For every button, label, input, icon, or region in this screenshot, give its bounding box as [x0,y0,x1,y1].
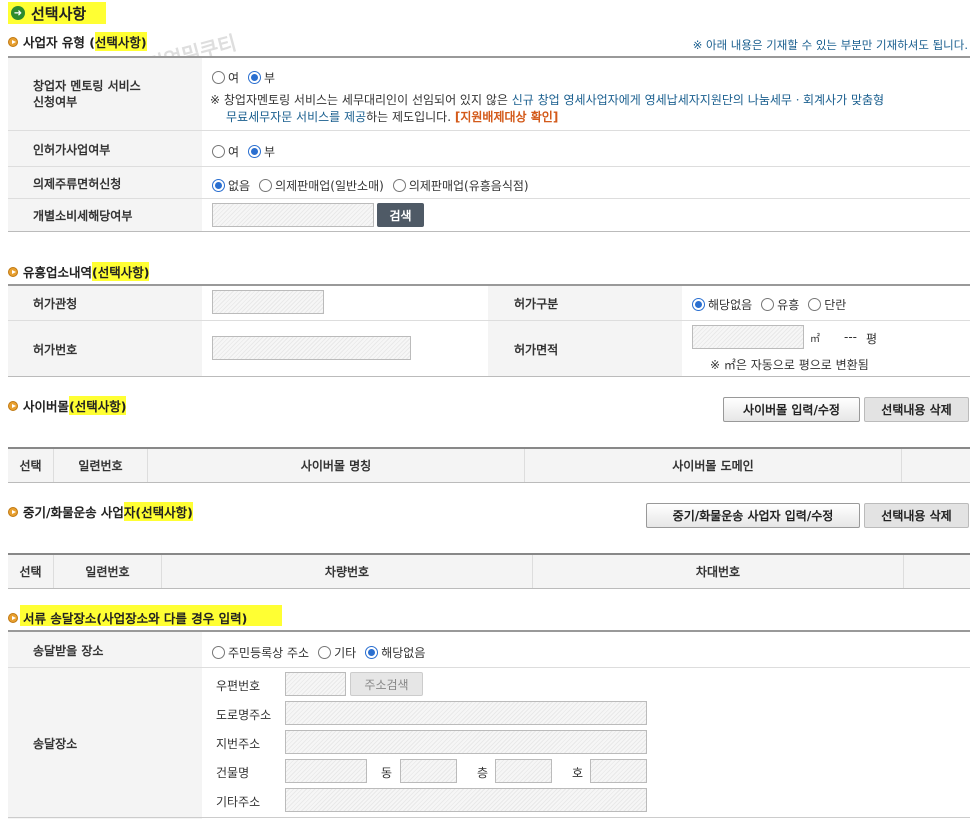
permit-radio-none[interactable]: 해당없음 [692,296,752,313]
excise-label: 개별소비세해당여부 [33,209,133,223]
radio-icon [761,298,775,311]
delivery-radio-none[interactable]: 해당없음 [365,644,425,661]
delivery-place-radio-group: 주민등록상 주소 기타 해당없음 [212,644,434,661]
permit-type-label: 허가구분 [514,297,559,311]
optional-notice: ※ 아래 내용은 기재할 수 있는 부분만 기재하셔도 됩니다. [692,38,968,52]
pyeong-value: --- [844,330,857,344]
radio-icon [808,298,822,311]
column-header: 선택 [8,449,54,482]
permit-radio-bar[interactable]: 단란 [808,296,846,313]
radio-icon [212,71,225,84]
area-note: ※ ㎡은 자동으로 평으로 변환됨 [710,358,869,372]
column-header: 일련번호 [54,555,162,588]
license-radio-yes[interactable]: 여 [212,143,239,160]
mentoring-label-line1: 창업자 멘토링 서비스 [33,79,141,93]
section-title-freight: 중기/화물운송 사업 자(선택사항) [8,502,193,521]
radio-selected-icon [248,145,262,158]
delivery-radio-resident[interactable]: 주민등록상 주소 [212,644,309,661]
ho-input[interactable] [590,759,647,783]
mentoring-radio-no[interactable]: 부 [248,69,275,86]
bullet-icon [8,266,18,277]
license-radio-group: 여 부 [212,143,284,160]
permit-area-label: 허가면적 [514,343,559,357]
cyber-mall-table-header: 선택 일련번호 사이버몰 명칭 사이버몰 도메인 [8,447,970,483]
permit-number-input[interactable] [212,336,411,360]
delivery-radio-other[interactable]: 기타 [318,644,356,661]
column-header: 사이버몰 명칭 [148,449,525,482]
address-search-button[interactable]: 주소검색 [350,672,423,696]
floor-input[interactable] [495,759,552,783]
arrow-circle-icon: ➜ [11,6,25,20]
section-title-highlight: 선택사항) [94,32,147,51]
radio-selected-icon [212,179,225,192]
liquor-radio-retail[interactable]: 의제판매업(일반소매) [259,177,384,194]
liquor-label: 의제주류면허신청 [33,177,122,191]
postal-input[interactable] [285,672,346,696]
freight-table-header: 선택 일련번호 차량번호 차대번호 [8,553,970,589]
excise-input[interactable] [212,203,374,227]
section-title-delivery: 서류 송달장소(사업장소와 다를 경우 입력) [8,608,247,627]
floor-label: 층 [477,766,489,780]
excise-search-button[interactable]: 검색 [377,203,424,227]
radio-selected-icon [365,646,379,659]
liquor-radio-entertainment[interactable]: 의제판매업(유흥음식점) [392,177,529,194]
column-header: 일련번호 [54,449,148,482]
radio-icon [392,179,406,192]
postal-label: 우편번호 [216,679,261,693]
building-input[interactable] [285,759,367,783]
mentoring-note: ※ 창업자멘토링 서비스는 세무대리인이 선임되어 있지 않은 신규 창업 영세… [210,93,885,124]
freight-delete-button[interactable]: 선택내용 삭제 [864,503,969,528]
freight-input-button[interactable]: 중기/화물운송 사업자 입력/수정 [646,503,860,528]
section-title-business-type: 사업자 유형 (선택사항) [8,32,147,51]
permit-type-radio-group: 해당없음 유흥 단란 [692,296,855,313]
delivery-address-label: 송달장소 [33,737,78,751]
road-address-input[interactable] [285,701,647,725]
bullet-icon [8,400,18,411]
mentoring-radio-group: 여 부 [212,69,284,86]
permit-radio-entertainment[interactable]: 유흥 [761,296,799,313]
radio-icon [212,646,225,659]
lot-address-label: 지번주소 [216,737,261,751]
delivery-place-label: 송달받을 장소 [33,644,104,658]
column-header: 차대번호 [533,555,904,588]
section-title-cyber-mall: 사이버몰 (선택사항) [8,396,127,415]
radio-selected-icon [692,298,705,311]
radio-icon [259,179,273,192]
dong-input[interactable] [400,759,457,783]
license-radio-no[interactable]: 부 [248,143,275,160]
mentoring-radio-yes[interactable]: 여 [212,69,239,86]
liquor-radio-group: 없음 의제판매업(일반소매) 의제판매업(유흥음식점) [212,177,538,194]
cyber-mall-input-button[interactable]: 사이버몰 입력/수정 [723,397,860,422]
dong-label: 동 [381,766,393,780]
bullet-icon [8,36,18,47]
road-address-label: 도로명주소 [216,708,272,722]
column-header: 사이버몰 도메인 [525,449,902,482]
mentoring-label-line2: 신청여부 [33,95,78,109]
bullet-icon [8,506,18,517]
building-label: 건물명 [216,766,250,780]
lot-address-input[interactable] [285,730,647,754]
area-unit: ㎡ [810,334,820,345]
section-title-entertainment: 유흥업소내역 (선택사항) [8,262,150,281]
liquor-radio-none[interactable]: 없음 [212,177,250,194]
pyeong-unit: 평 [866,332,878,346]
radio-selected-icon [248,71,262,84]
radio-icon [212,145,225,158]
section-title-text: 사업자 유형 ( [23,35,95,50]
other-address-label: 기타주소 [216,795,261,809]
license-business-label: 인허가사업여부 [33,143,111,157]
permit-number-label: 허가번호 [33,343,78,357]
column-header: 차량번호 [162,555,533,588]
radio-icon [318,646,332,659]
other-address-input[interactable] [285,788,647,812]
permit-area-input[interactable] [692,325,804,349]
bullet-icon [8,612,18,623]
permit-office-label: 허가관청 [33,297,78,311]
cyber-mall-delete-button[interactable]: 선택내용 삭제 [864,397,969,422]
exclusion-link[interactable]: [지원배제대상 확인] [455,110,558,124]
ho-label: 호 [572,766,584,780]
page-title: 선택사항 [31,5,87,23]
permit-office-input[interactable] [212,290,324,314]
column-header: 선택 [8,555,54,588]
